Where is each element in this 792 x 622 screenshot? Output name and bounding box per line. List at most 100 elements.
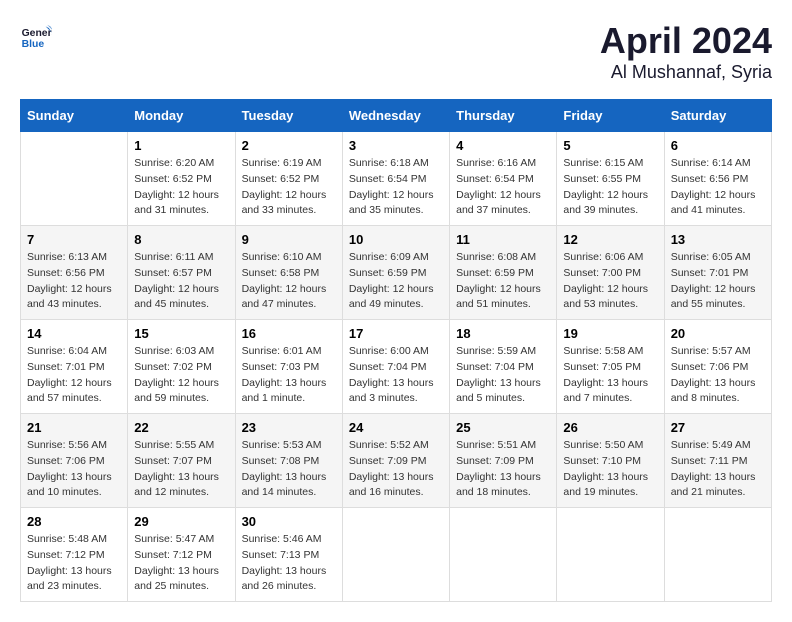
calendar-subtitle: Al Mushannaf, Syria <box>600 62 772 83</box>
day-info: Sunrise: 6:20 AM Sunset: 6:52 PM Dayligh… <box>134 156 228 219</box>
header-day-sunday: Sunday <box>21 100 128 132</box>
svg-text:General: General <box>22 28 52 39</box>
day-info: Sunrise: 6:06 AM Sunset: 7:00 PM Dayligh… <box>563 250 657 313</box>
day-number: 23 <box>242 420 336 435</box>
calendar-cell: 23 Sunrise: 5:53 AM Sunset: 7:08 PM Dayli… <box>235 414 342 508</box>
week-row-5: 28 Sunrise: 5:48 AM Sunset: 7:12 PM Dayli… <box>21 508 772 602</box>
title-area: April 2024 Al Mushannaf, Syria <box>600 20 772 83</box>
day-info: Sunrise: 5:57 AM Sunset: 7:06 PM Dayligh… <box>671 344 765 407</box>
day-number: 25 <box>456 420 550 435</box>
header-day-saturday: Saturday <box>664 100 771 132</box>
calendar-cell: 14 Sunrise: 6:04 AM Sunset: 7:01 PM Dayli… <box>21 320 128 414</box>
day-info: Sunrise: 6:08 AM Sunset: 6:59 PM Dayligh… <box>456 250 550 313</box>
day-number: 1 <box>134 138 228 153</box>
logo: General Blue <box>20 20 52 52</box>
day-info: Sunrise: 6:18 AM Sunset: 6:54 PM Dayligh… <box>349 156 443 219</box>
calendar-cell: 11Sunrise: 6:08 AM Sunset: 6:59 PM Dayli… <box>450 226 557 320</box>
day-info: Sunrise: 6:15 AM Sunset: 6:55 PM Dayligh… <box>563 156 657 219</box>
day-info: Sunrise: 5:56 AM Sunset: 7:06 PM Dayligh… <box>27 438 121 501</box>
day-number: 20 <box>671 326 765 341</box>
week-row-1: 1 Sunrise: 6:20 AM Sunset: 6:52 PM Daylig… <box>21 132 772 226</box>
svg-text:Blue: Blue <box>22 39 45 50</box>
calendar-cell: 16 Sunrise: 6:01 AM Sunset: 7:03 PM Dayli… <box>235 320 342 414</box>
calendar-cell: 21 Sunrise: 5:56 AM Sunset: 7:06 PM Dayli… <box>21 414 128 508</box>
header-day-tuesday: Tuesday <box>235 100 342 132</box>
week-row-4: 21 Sunrise: 5:56 AM Sunset: 7:06 PM Dayli… <box>21 414 772 508</box>
day-info: Sunrise: 5:51 AM Sunset: 7:09 PM Dayligh… <box>456 438 550 501</box>
day-number: 29 <box>134 514 228 529</box>
day-number: 7 <box>27 232 121 247</box>
calendar-cell: 30 Sunrise: 5:46 AM Sunset: 7:13 PM Dayli… <box>235 508 342 602</box>
calendar-cell <box>21 132 128 226</box>
calendar-cell: 22 Sunrise: 5:55 AM Sunset: 7:07 PM Dayli… <box>128 414 235 508</box>
day-number: 24 <box>349 420 443 435</box>
calendar-cell: 18 Sunrise: 5:59 AM Sunset: 7:04 PM Dayli… <box>450 320 557 414</box>
calendar-cell: 5 Sunrise: 6:15 AM Sunset: 6:55 PM Daylig… <box>557 132 664 226</box>
day-info: Sunrise: 5:55 AM Sunset: 7:07 PM Dayligh… <box>134 438 228 501</box>
calendar-cell: 13 Sunrise: 6:05 AM Sunset: 7:01 PM Dayli… <box>664 226 771 320</box>
calendar-cell <box>557 508 664 602</box>
calendar-cell: 8 Sunrise: 6:11 AM Sunset: 6:57 PM Daylig… <box>128 226 235 320</box>
day-info: Sunrise: 6:04 AM Sunset: 7:01 PM Dayligh… <box>27 344 121 407</box>
day-info: Sunrise: 5:52 AM Sunset: 7:09 PM Dayligh… <box>349 438 443 501</box>
day-info: Sunrise: 5:53 AM Sunset: 7:08 PM Dayligh… <box>242 438 336 501</box>
calendar-cell: 24 Sunrise: 5:52 AM Sunset: 7:09 PM Dayli… <box>342 414 449 508</box>
day-number: 16 <box>242 326 336 341</box>
day-info: Sunrise: 5:46 AM Sunset: 7:13 PM Dayligh… <box>242 532 336 595</box>
calendar-cell <box>664 508 771 602</box>
day-number: 28 <box>27 514 121 529</box>
header-day-thursday: Thursday <box>450 100 557 132</box>
day-number: 13 <box>671 232 765 247</box>
header-day-friday: Friday <box>557 100 664 132</box>
calendar-cell: 28 Sunrise: 5:48 AM Sunset: 7:12 PM Dayli… <box>21 508 128 602</box>
calendar-cell: 27 Sunrise: 5:49 AM Sunset: 7:11 PM Dayli… <box>664 414 771 508</box>
calendar-cell: 9Sunrise: 6:10 AM Sunset: 6:58 PM Daylig… <box>235 226 342 320</box>
day-info: Sunrise: 5:49 AM Sunset: 7:11 PM Dayligh… <box>671 438 765 501</box>
day-info: Sunrise: 5:47 AM Sunset: 7:12 PM Dayligh… <box>134 532 228 595</box>
calendar-cell: 19Sunrise: 5:58 AM Sunset: 7:05 PM Dayli… <box>557 320 664 414</box>
calendar-cell: 1 Sunrise: 6:20 AM Sunset: 6:52 PM Daylig… <box>128 132 235 226</box>
day-info: Sunrise: 6:19 AM Sunset: 6:52 PM Dayligh… <box>242 156 336 219</box>
day-number: 14 <box>27 326 121 341</box>
day-info: Sunrise: 6:00 AM Sunset: 7:04 PM Dayligh… <box>349 344 443 407</box>
day-number: 3 <box>349 138 443 153</box>
calendar-cell: 26Sunrise: 5:50 AM Sunset: 7:10 PM Dayli… <box>557 414 664 508</box>
day-number: 6 <box>671 138 765 153</box>
calendar-cell: 12 Sunrise: 6:06 AM Sunset: 7:00 PM Dayli… <box>557 226 664 320</box>
day-info: Sunrise: 5:48 AM Sunset: 7:12 PM Dayligh… <box>27 532 121 595</box>
week-row-2: 7 Sunrise: 6:13 AM Sunset: 6:56 PM Daylig… <box>21 226 772 320</box>
day-info: Sunrise: 6:09 AM Sunset: 6:59 PM Dayligh… <box>349 250 443 313</box>
day-info: Sunrise: 5:58 AM Sunset: 7:05 PM Dayligh… <box>563 344 657 407</box>
day-info: Sunrise: 6:01 AM Sunset: 7:03 PM Dayligh… <box>242 344 336 407</box>
calendar-cell: 17 Sunrise: 6:00 AM Sunset: 7:04 PM Dayli… <box>342 320 449 414</box>
calendar-cell <box>450 508 557 602</box>
calendar-cell: 6 Sunrise: 6:14 AM Sunset: 6:56 PM Daylig… <box>664 132 771 226</box>
day-number: 17 <box>349 326 443 341</box>
calendar-cell: 3 Sunrise: 6:18 AM Sunset: 6:54 PM Daylig… <box>342 132 449 226</box>
day-info: Sunrise: 6:05 AM Sunset: 7:01 PM Dayligh… <box>671 250 765 313</box>
logo-icon: General Blue <box>20 20 52 52</box>
header-day-monday: Monday <box>128 100 235 132</box>
day-info: Sunrise: 6:11 AM Sunset: 6:57 PM Dayligh… <box>134 250 228 313</box>
day-number: 8 <box>134 232 228 247</box>
day-number: 18 <box>456 326 550 341</box>
calendar-cell <box>342 508 449 602</box>
day-number: 5 <box>563 138 657 153</box>
header-row: SundayMondayTuesdayWednesdayThursdayFrid… <box>21 100 772 132</box>
calendar-cell: 15Sunrise: 6:03 AM Sunset: 7:02 PM Dayli… <box>128 320 235 414</box>
calendar-title: April 2024 <box>600 20 772 62</box>
day-info: Sunrise: 6:14 AM Sunset: 6:56 PM Dayligh… <box>671 156 765 219</box>
day-number: 21 <box>27 420 121 435</box>
day-info: Sunrise: 5:59 AM Sunset: 7:04 PM Dayligh… <box>456 344 550 407</box>
calendar-cell: 20 Sunrise: 5:57 AM Sunset: 7:06 PM Dayli… <box>664 320 771 414</box>
day-number: 9 <box>242 232 336 247</box>
header: General Blue April 2024 Al Mushannaf, Sy… <box>20 20 772 83</box>
day-number: 12 <box>563 232 657 247</box>
day-number: 15 <box>134 326 228 341</box>
week-row-3: 14 Sunrise: 6:04 AM Sunset: 7:01 PM Dayli… <box>21 320 772 414</box>
day-number: 27 <box>671 420 765 435</box>
calendar-table: SundayMondayTuesdayWednesdayThursdayFrid… <box>20 99 772 602</box>
day-number: 30 <box>242 514 336 529</box>
day-info: Sunrise: 6:13 AM Sunset: 6:56 PM Dayligh… <box>27 250 121 313</box>
day-number: 22 <box>134 420 228 435</box>
